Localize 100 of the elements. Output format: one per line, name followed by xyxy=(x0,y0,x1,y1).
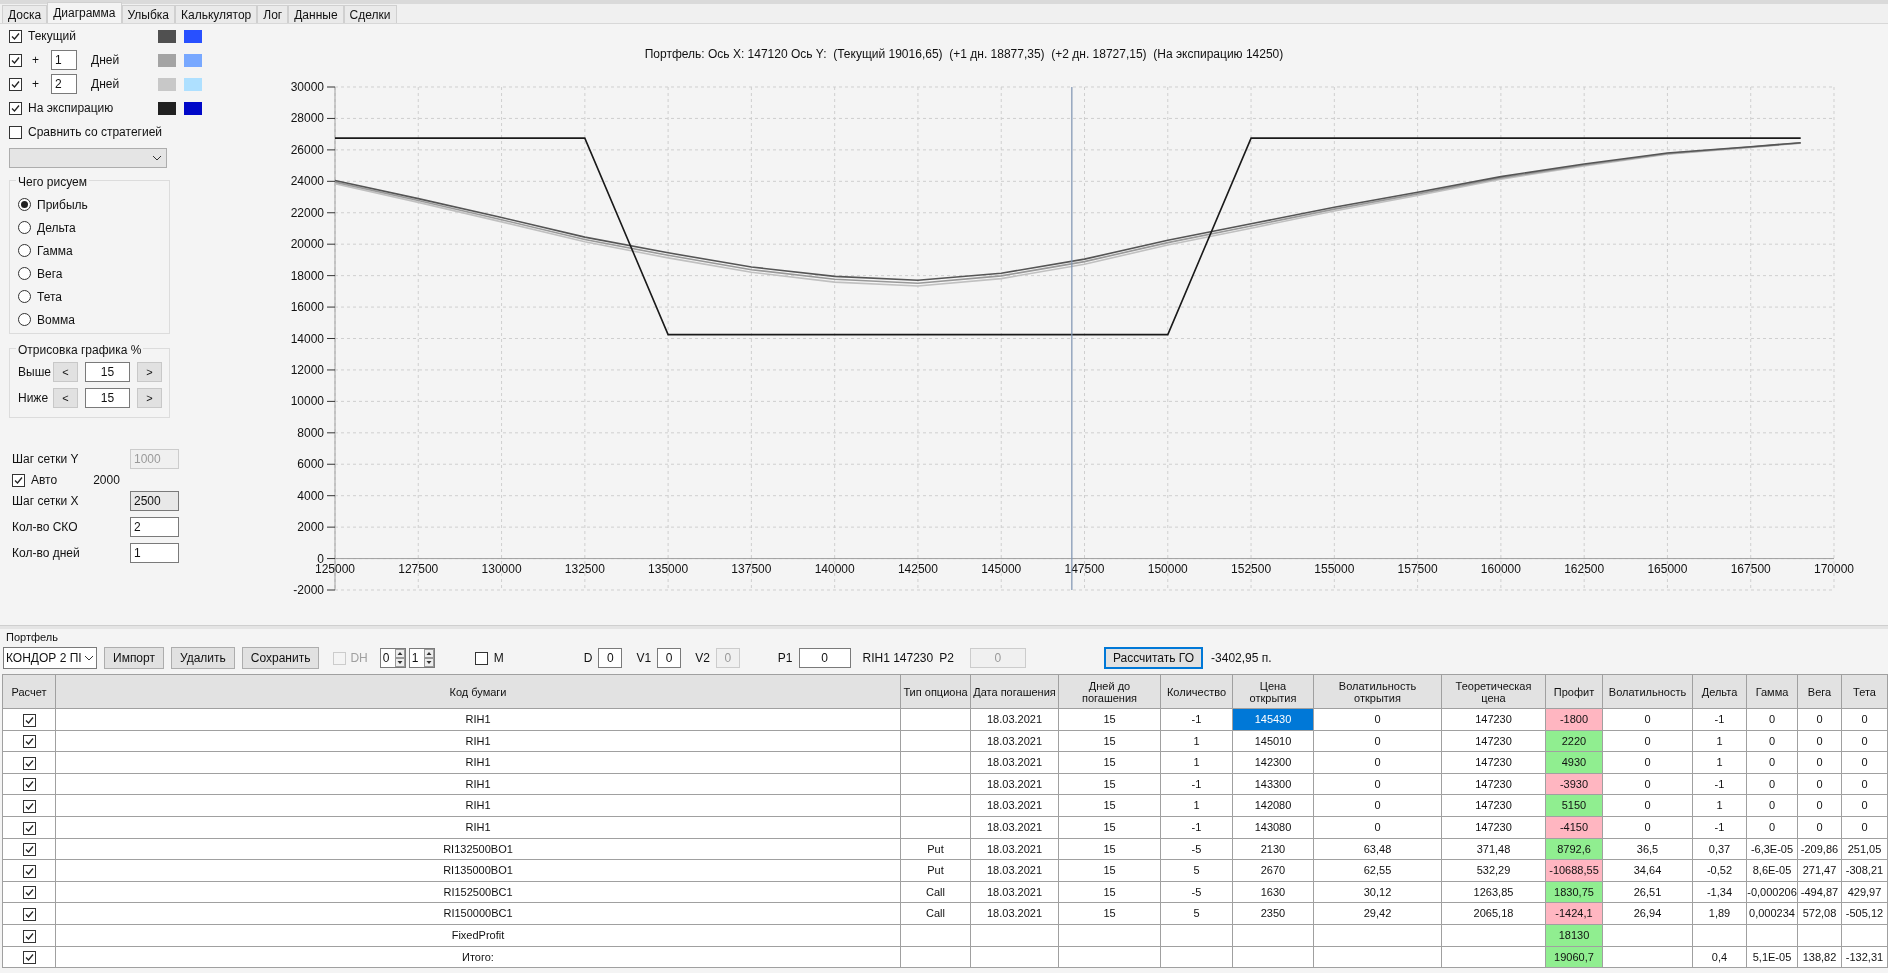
checkbox[interactable] xyxy=(9,101,22,115)
checkbox[interactable] xyxy=(22,908,36,921)
color-swatch[interactable] xyxy=(184,53,202,67)
toolbar-button[interactable]: Удалить xyxy=(170,647,235,669)
strategy-dropdown[interactable]: КОНДОР 2 ПI xyxy=(3,647,97,669)
color-swatch[interactable] xyxy=(158,101,176,115)
table-cell: 0 xyxy=(1797,730,1842,752)
table-cell: 0 xyxy=(1746,751,1798,774)
checkbox[interactable] xyxy=(9,125,22,139)
y-tick-label: 2000 xyxy=(297,520,324,535)
table-cell: 147230 xyxy=(1441,773,1546,795)
margin-value: -3402,95 п. xyxy=(1211,650,1272,667)
field-label: Кол-во дней xyxy=(12,545,81,562)
checkbox[interactable] xyxy=(22,864,36,878)
table-cell: 15 xyxy=(1058,838,1161,860)
spinner-arrows-icon xyxy=(423,649,434,667)
toolbar-button[interactable]: Сохранить xyxy=(241,647,320,669)
column-header[interactable]: Тета xyxy=(1841,674,1888,709)
checkbox[interactable] xyxy=(12,473,25,487)
checkbox[interactable] xyxy=(22,735,36,749)
color-swatch[interactable] xyxy=(158,53,176,67)
checkbox[interactable] xyxy=(9,53,22,67)
toolbar-button[interactable]: Импорт xyxy=(104,647,164,669)
column-header[interactable]: Гамма xyxy=(1746,674,1798,709)
increase-button[interactable]: > xyxy=(137,362,162,382)
spinner-field[interactable]: 0 xyxy=(379,648,406,668)
column-header[interactable]: Волатильность xyxy=(1602,674,1693,709)
tab[interactable]: Доска xyxy=(2,5,48,23)
column-header[interactable]: Профит xyxy=(1545,674,1603,709)
checkbox[interactable] xyxy=(22,843,36,857)
radio-button[interactable] xyxy=(18,198,31,211)
checkbox[interactable] xyxy=(22,756,36,770)
checkbox[interactable] xyxy=(22,800,36,813)
x-tick-label: 140000 xyxy=(814,561,855,576)
input-field[interactable]: 2 xyxy=(130,517,179,537)
table-cell: -0,52 xyxy=(1692,859,1747,882)
checkbox-label: На экспирацию xyxy=(28,100,114,117)
checkbox[interactable] xyxy=(474,651,488,665)
column-header[interactable]: Цена открытия xyxy=(1232,674,1314,709)
radio-button[interactable] xyxy=(18,267,31,280)
column-header[interactable]: Вега xyxy=(1797,674,1842,709)
radio-button[interactable] xyxy=(18,313,31,326)
increase-button[interactable]: > xyxy=(137,388,162,408)
table-cell: 371,48 xyxy=(1441,838,1546,860)
column-header[interactable]: Дельта xyxy=(1692,674,1747,709)
column-header[interactable]: Дней до погашения xyxy=(1058,674,1161,709)
decrease-button[interactable]: < xyxy=(53,388,78,408)
tab[interactable]: Данные xyxy=(288,5,344,23)
table-cell: 271,47 xyxy=(1797,859,1842,882)
days-field[interactable]: 1 xyxy=(51,50,77,70)
input-field[interactable]: 0 xyxy=(657,648,682,668)
column-header[interactable]: Количество xyxy=(1160,674,1233,709)
checkbox[interactable] xyxy=(22,886,36,900)
color-swatch[interactable] xyxy=(184,29,202,43)
table-cell: Call xyxy=(900,902,971,925)
column-header[interactable]: Дата погашения xyxy=(970,674,1059,709)
table-cell: 18.03.2021 xyxy=(970,730,1059,752)
table-cell: 2670 xyxy=(1232,859,1314,882)
calculate-button[interactable]: Рассчитать ГО xyxy=(1103,647,1204,669)
table-cell: 0 xyxy=(1797,773,1842,795)
checkbox[interactable] xyxy=(22,713,36,727)
table-cell: Итого: xyxy=(55,946,901,968)
checkbox[interactable] xyxy=(22,951,36,965)
checkbox[interactable] xyxy=(22,929,36,943)
color-swatch[interactable] xyxy=(158,77,176,91)
input-field[interactable]: 0 xyxy=(798,648,851,668)
tab[interactable]: Калькулятор xyxy=(175,5,258,23)
input-field[interactable]: 1 xyxy=(130,543,179,563)
column-header[interactable]: Тип опциона xyxy=(900,674,971,709)
checkbox[interactable] xyxy=(9,29,22,43)
radio-label: Дельта xyxy=(37,219,76,237)
tab[interactable]: Сделки xyxy=(343,5,397,23)
tab[interactable]: Лог xyxy=(257,5,289,23)
color-swatch[interactable] xyxy=(184,77,202,91)
days-field[interactable]: 2 xyxy=(51,74,77,94)
percent-field[interactable]: 15 xyxy=(85,388,130,408)
tab[interactable]: Диаграмма xyxy=(47,2,122,23)
column-header[interactable]: Расчет xyxy=(2,674,56,709)
percent-field[interactable]: 15 xyxy=(85,362,130,382)
column-header[interactable]: Код бумаги xyxy=(55,674,901,709)
radio-button[interactable] xyxy=(18,221,31,234)
checkbox[interactable] xyxy=(22,778,36,792)
table-cell: RI152500BC1 xyxy=(55,881,901,903)
table-cell: 147230 xyxy=(1441,816,1546,839)
checkbox[interactable] xyxy=(22,821,36,835)
table-cell: -494,87 xyxy=(1797,881,1842,903)
radio-button[interactable] xyxy=(18,290,31,303)
checkbox[interactable] xyxy=(9,77,22,91)
column-header[interactable]: Волатильность открытия xyxy=(1313,674,1442,709)
color-swatch[interactable] xyxy=(158,29,176,43)
input-field[interactable]: 0 xyxy=(598,648,623,668)
radio-button[interactable] xyxy=(18,244,31,257)
tab[interactable]: Улыбка xyxy=(121,5,176,23)
decrease-button[interactable]: < xyxy=(53,362,78,382)
table-cell: 29,42 xyxy=(1313,902,1442,925)
color-swatch[interactable] xyxy=(184,101,202,115)
column-header[interactable]: Теоретическая цена xyxy=(1441,674,1546,709)
plus-label: + xyxy=(32,52,39,69)
spinner-field[interactable]: 1 xyxy=(408,648,435,668)
input-field[interactable]: 2500 xyxy=(130,491,179,511)
